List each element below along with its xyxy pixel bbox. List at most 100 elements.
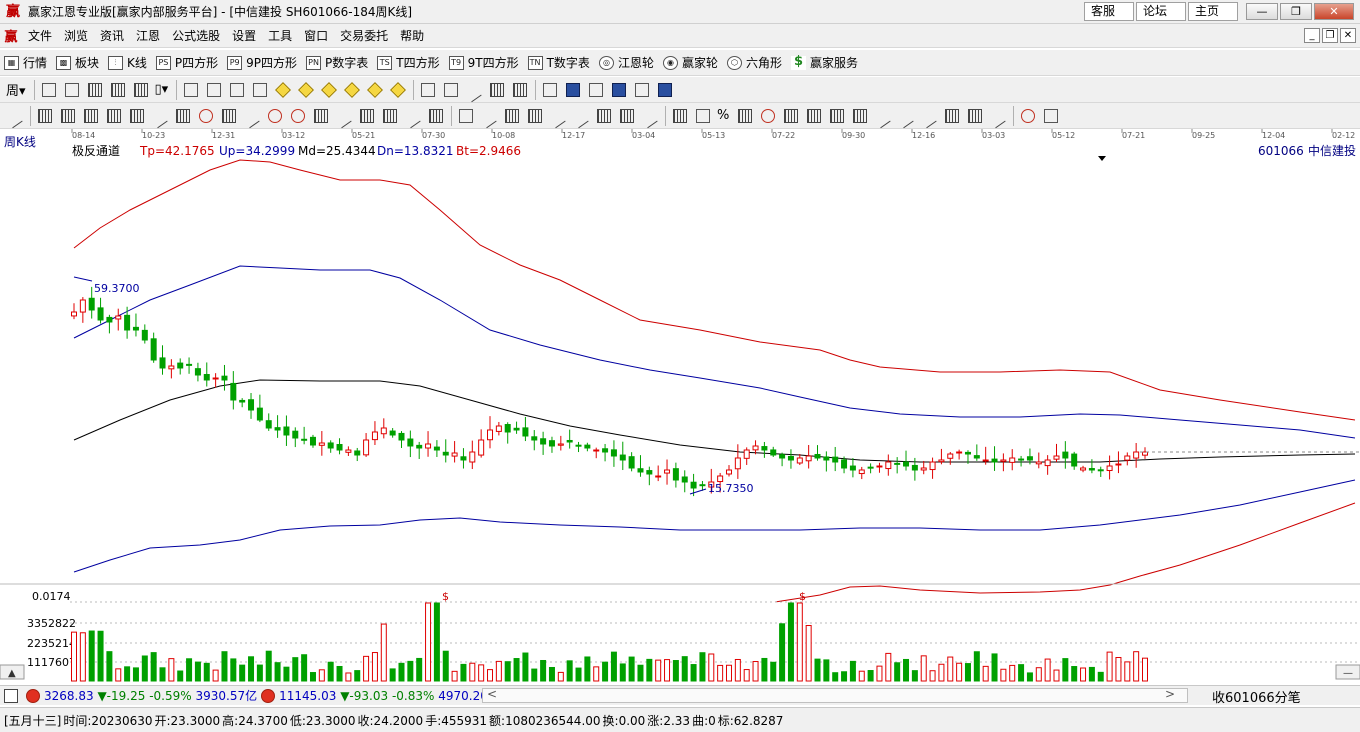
toolbar-t-square[interactable]: TS T四方形: [373, 54, 444, 71]
yin-yang-icon[interactable]: [1019, 107, 1036, 124]
toolbar-quotes[interactable]: ▦ 行情: [0, 54, 52, 71]
restore-button[interactable]: ❐: [1280, 3, 1312, 20]
draw-tool-icon[interactable]: [920, 107, 937, 124]
crosshair-icon[interactable]: [442, 81, 459, 98]
toolbar-p-number-table[interactable]: PN P数字表: [302, 54, 373, 71]
menu-settings[interactable]: 设置: [226, 27, 262, 44]
draw-tool-icon[interactable]: [572, 107, 589, 124]
draw-tool-icon[interactable]: [220, 107, 237, 124]
menu-formula[interactable]: 公式选股: [166, 27, 226, 44]
toolbar-kline[interactable]: ⫶ K线: [104, 54, 152, 71]
draw-tool-icon[interactable]: [480, 107, 497, 124]
draw-tool-icon[interactable]: [641, 107, 658, 124]
export-icon[interactable]: [656, 81, 673, 98]
toolbar-winner-service[interactable]: $ 赢家服务: [787, 54, 863, 71]
close-button[interactable]: ✕: [1314, 3, 1354, 20]
scroll-right-icon[interactable]: >: [1165, 687, 1175, 701]
menu-file[interactable]: 文件: [22, 27, 58, 44]
draw-tool-icon[interactable]: [874, 107, 891, 124]
hand-icon[interactable]: [419, 81, 436, 98]
draw-tool-icon[interactable]: [174, 107, 191, 124]
toolbar-icon[interactable]: [86, 81, 103, 98]
minimize-button[interactable]: —: [1246, 3, 1278, 20]
draw-tool-icon[interactable]: [851, 107, 868, 124]
scroll-left-icon[interactable]: <: [487, 687, 497, 701]
diamond-icon[interactable]: [389, 81, 406, 98]
home-link[interactable]: 主页: [1188, 2, 1238, 21]
position-dropdown[interactable]: ▯▾: [155, 82, 169, 97]
toolbar-9p-square[interactable]: P9 9P四方形: [223, 54, 302, 71]
last-icon[interactable]: [205, 81, 222, 98]
horizontal-scrollbar[interactable]: < >: [482, 687, 1188, 703]
customer-service-link[interactable]: 客服: [1084, 2, 1134, 21]
toolbar-icon[interactable]: [132, 81, 149, 98]
percent-tool-icon[interactable]: %: [717, 108, 729, 123]
diamond-icon[interactable]: [320, 81, 337, 98]
menu-gann[interactable]: 江恩: [130, 27, 166, 44]
mdi-restore-button[interactable]: ❐: [1322, 28, 1338, 43]
draw-tool-icon[interactable]: [618, 107, 635, 124]
tick-detail-label[interactable]: 收601066分笔: [1212, 687, 1301, 706]
mdi-minimize-button[interactable]: _: [1304, 28, 1320, 43]
print-icon[interactable]: [633, 81, 650, 98]
toolbar-icon[interactable]: [40, 81, 57, 98]
draw-tool-icon[interactable]: [427, 107, 444, 124]
menu-news[interactable]: 资讯: [94, 27, 130, 44]
scale-icon[interactable]: [511, 81, 528, 98]
draw-tool-icon[interactable]: [105, 107, 122, 124]
next-icon[interactable]: [251, 81, 268, 98]
calculator-icon[interactable]: [564, 81, 581, 98]
toolbar-icon[interactable]: [63, 81, 80, 98]
diamond-icon[interactable]: [366, 81, 383, 98]
toolbar-p-square[interactable]: PS P四方形: [152, 54, 223, 71]
notebook-icon[interactable]: [587, 81, 604, 98]
toolbar-icon[interactable]: [109, 81, 126, 98]
draw-tool-icon[interactable]: [943, 107, 960, 124]
draw-tool-icon[interactable]: [151, 107, 168, 124]
menu-window[interactable]: 窗口: [298, 27, 334, 44]
circle-tool-icon[interactable]: [266, 107, 283, 124]
draw-tool-icon[interactable]: [335, 107, 352, 124]
menu-help[interactable]: 帮助: [394, 27, 430, 44]
toolbar-winner-wheel[interactable]: ◉ 赢家轮: [659, 54, 723, 71]
draw-tool-icon[interactable]: [503, 107, 520, 124]
toolbar-gann-wheel[interactable]: ◎ 江恩轮: [595, 54, 659, 71]
period-dropdown[interactable]: 周▾: [6, 80, 26, 99]
infinity-icon[interactable]: [1042, 107, 1059, 124]
diamond-icon[interactable]: [343, 81, 360, 98]
save-icon[interactable]: [610, 81, 627, 98]
draw-tool-icon[interactable]: [404, 107, 421, 124]
draw-tool-icon[interactable]: [243, 107, 260, 124]
draw-tool-icon[interactable]: [897, 107, 914, 124]
draw-tool-icon[interactable]: [966, 107, 983, 124]
kline-chart[interactable]: 08-14 10-23 12-31 03-12 05-21 07-30 10-08 12-17…: [0, 129, 1360, 685]
first-icon[interactable]: [182, 81, 199, 98]
draw-tool-icon[interactable]: [694, 107, 711, 124]
toolbar-hexagon[interactable]: ⬡ 六角形: [723, 54, 787, 71]
draw-tool-icon[interactable]: [36, 107, 53, 124]
circle-tool-icon[interactable]: [289, 107, 306, 124]
draw-tool-icon[interactable]: [381, 107, 398, 124]
toolbar-9t-square[interactable]: T9 9T四方形: [445, 54, 524, 71]
diamond-icon[interactable]: [297, 81, 314, 98]
draw-tool-icon[interactable]: [736, 107, 753, 124]
toolbar-sectors[interactable]: ▩ 板块: [52, 54, 104, 71]
menu-browse[interactable]: 浏览: [58, 27, 94, 44]
diamond-icon[interactable]: [274, 81, 291, 98]
grid-icon[interactable]: [4, 688, 18, 703]
draw-tool-icon[interactable]: [526, 107, 543, 124]
draw-tool-icon[interactable]: [595, 107, 612, 124]
draw-tool-icon[interactable]: [549, 107, 566, 124]
draw-tool-icon[interactable]: [671, 107, 688, 124]
circle-tool-icon[interactable]: [197, 107, 214, 124]
draw-tool-icon[interactable]: [989, 107, 1006, 124]
trend-icon[interactable]: [465, 81, 482, 98]
toolbar-t-number-table[interactable]: TN T数字表: [524, 54, 595, 71]
draw-tool-icon[interactable]: [759, 107, 776, 124]
draw-tool-icon[interactable]: [312, 107, 329, 124]
calendar-icon[interactable]: [541, 81, 558, 98]
menu-tools[interactable]: 工具: [262, 27, 298, 44]
prev-icon[interactable]: [228, 81, 245, 98]
draw-tool-icon[interactable]: [128, 107, 145, 124]
forum-link[interactable]: 论坛: [1136, 2, 1186, 21]
